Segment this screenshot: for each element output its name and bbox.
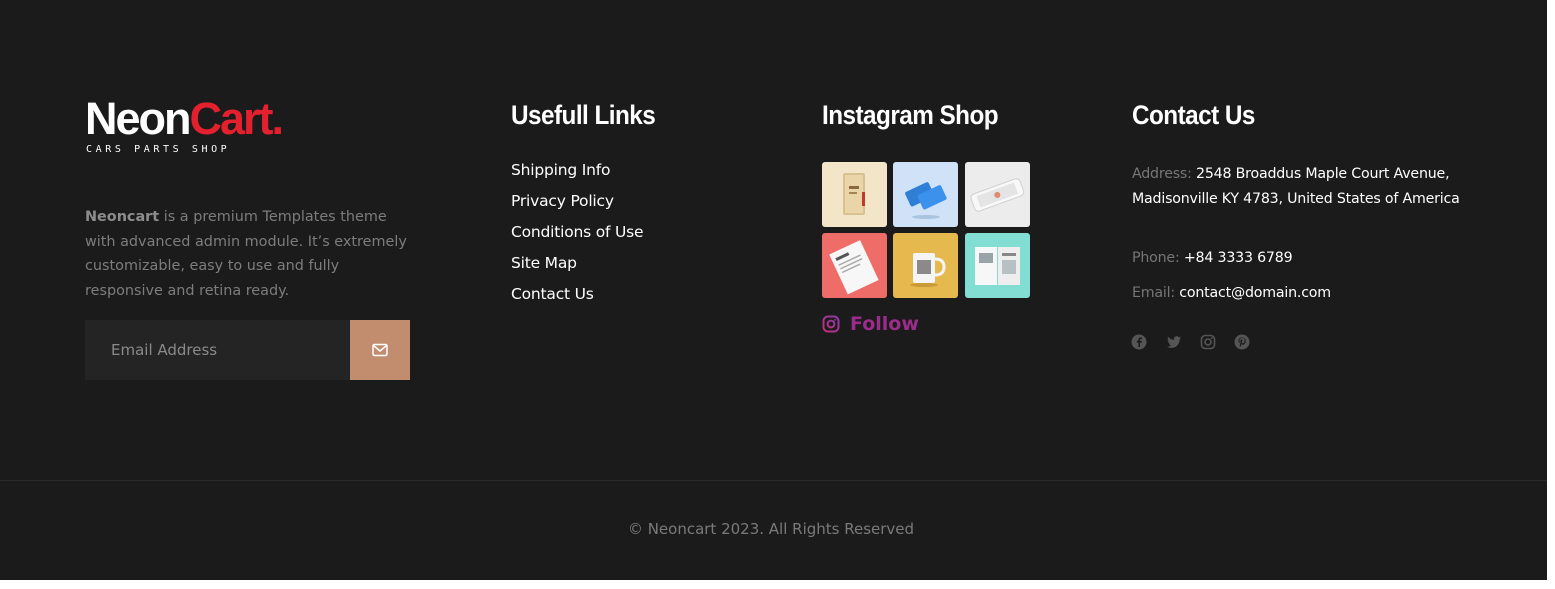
newsletter-form xyxy=(85,320,410,380)
instagram-social-icon[interactable] xyxy=(1200,334,1218,352)
email-value[interactable]: contact@domain.com xyxy=(1179,285,1331,301)
contact-email: Email: contact@domain.com xyxy=(1132,281,1462,306)
phone-label: Phone: xyxy=(1132,250,1180,266)
instagram-heading: Instagram Shop xyxy=(822,100,999,130)
about-brand-name: Neoncart xyxy=(85,209,160,225)
link-conditions-of-use[interactable]: Conditions of Use xyxy=(511,219,644,250)
instagram-tile-phone[interactable] xyxy=(965,162,1030,227)
contact-heading: Contact Us xyxy=(1132,100,1255,130)
email-input[interactable] xyxy=(85,320,350,380)
useful-links-list: Shipping Info Privacy Policy Conditions … xyxy=(511,157,644,312)
site-footer: NeonCart. CARS PARTS SHOP Neoncart is a … xyxy=(0,0,1547,580)
phone-value[interactable]: +84 3333 6789 xyxy=(1184,250,1293,266)
envelope-icon xyxy=(372,343,388,357)
useful-links-heading: Usefull Links xyxy=(511,100,656,130)
logo-tagline: CARS PARTS SHOP xyxy=(86,144,231,155)
link-site-map[interactable]: Site Map xyxy=(511,250,643,281)
instagram-tile-brochure[interactable] xyxy=(965,233,1030,298)
brand-logo[interactable]: NeonCart. CARS PARTS SHOP xyxy=(85,93,284,156)
email-label: Email: xyxy=(1132,285,1175,301)
contact-phone: Phone: +84 3333 6789 xyxy=(1132,246,1462,271)
instagram-tile-notebook[interactable] xyxy=(822,162,887,227)
subscribe-button[interactable] xyxy=(350,320,410,380)
logo-wordmark: NeonCart. xyxy=(85,93,284,144)
instagram-tile-mug[interactable] xyxy=(893,233,958,298)
twitter-icon[interactable] xyxy=(1166,334,1184,352)
link-contact-us[interactable]: Contact Us xyxy=(511,281,643,312)
follow-label: Follow xyxy=(850,313,919,335)
instagram-icon xyxy=(822,315,840,333)
about-text: Neoncart is a premium Templates theme wi… xyxy=(85,205,415,303)
address-label: Address: xyxy=(1132,166,1192,182)
link-shipping-info[interactable]: Shipping Info xyxy=(511,157,643,188)
instagram-tile-paper[interactable] xyxy=(822,233,887,298)
copyright-text: © Neoncart 2023. All Rights Reserved xyxy=(627,520,915,538)
link-privacy-policy[interactable]: Privacy Policy xyxy=(511,188,643,219)
instagram-tile-cards[interactable] xyxy=(893,162,958,227)
facebook-icon[interactable] xyxy=(1131,334,1149,352)
footer-divider xyxy=(0,480,1547,481)
contact-address: Address: 2548 Broaddus Maple Court Avenu… xyxy=(1132,162,1462,211)
pinterest-icon[interactable] xyxy=(1234,334,1252,352)
